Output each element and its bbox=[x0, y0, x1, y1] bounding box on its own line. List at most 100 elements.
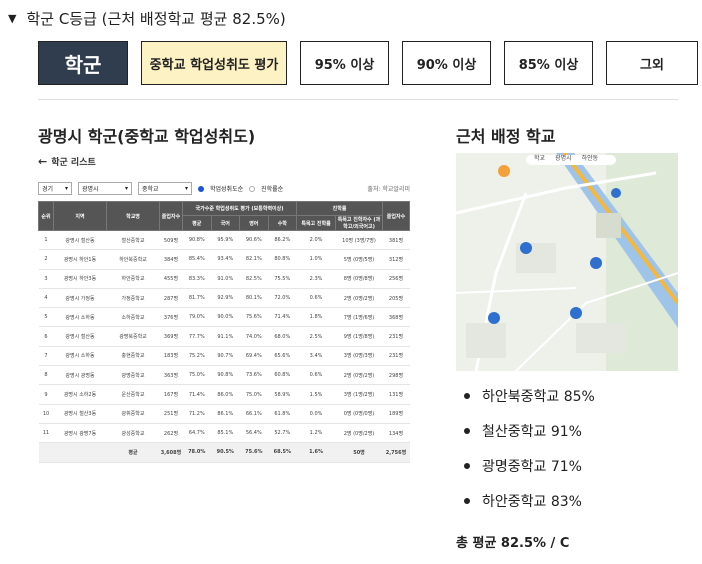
table-cell: 287명 bbox=[159, 288, 183, 309]
table-cell: 262명 bbox=[159, 423, 183, 444]
table-cell: 0.6% bbox=[296, 365, 336, 386]
table-cell: 68.5% bbox=[268, 442, 297, 463]
table-cell: 72.0% bbox=[268, 288, 297, 309]
header-title: 학군 C등급 (근처 배정학교 평균 82.5%) bbox=[26, 10, 286, 28]
table-cell: 2.3% bbox=[296, 269, 336, 289]
map-tab-label[interactable]: 학교 bbox=[534, 153, 545, 162]
school-map[interactable]: 학교 광명시 하안동 bbox=[456, 153, 678, 371]
table-cell: 134명 bbox=[382, 423, 410, 444]
table-cell: 광명시 광명7동 bbox=[53, 423, 107, 444]
table-cell: 58.9% bbox=[268, 384, 297, 405]
table-cell: 75.2% bbox=[182, 346, 212, 367]
table-cell: 3.4% bbox=[296, 346, 336, 367]
map-tab-label[interactable]: 하안동 bbox=[582, 153, 599, 162]
table-cell: 광명시 소하동 bbox=[53, 346, 107, 367]
table-cell: 광명시 광명동 bbox=[53, 365, 107, 386]
right-section-title: 근처 배정 학교 bbox=[456, 127, 556, 146]
table-cell: 509명 bbox=[159, 230, 183, 251]
table-cell: 1.0% bbox=[296, 249, 336, 270]
table-cell: 73.6% bbox=[239, 365, 269, 386]
level-select[interactable]: 중학교 ▾ bbox=[138, 182, 192, 195]
school-label: 철산중학교 91% bbox=[482, 423, 582, 440]
table-cell: 312명 bbox=[382, 249, 410, 270]
table-cell: 368명 bbox=[382, 307, 410, 328]
table-cell: 90.8% bbox=[182, 230, 212, 251]
tab-school-district[interactable]: 학군 bbox=[38, 41, 128, 85]
table-cell: 철산중학교 bbox=[106, 230, 160, 251]
table-cell: 3,608명 bbox=[159, 442, 183, 463]
table-row: 2 광명시 하안1동 하안북중학교 384명 85.4% 93.4% 82.1% 80.8% 1… bbox=[38, 249, 410, 270]
table-cell: 85.1% bbox=[211, 423, 240, 444]
table-cell: 68.0% bbox=[268, 326, 297, 347]
table-cell: 80.1% bbox=[239, 288, 269, 309]
table-cell: 64.7% bbox=[182, 423, 212, 444]
table-cell: 광성중학교 bbox=[106, 423, 160, 444]
bullet-dot-icon bbox=[464, 462, 470, 469]
table-row: 3 광명시 하안3동 하안중학교 455명 83.3% 91.0% 82.5% 75.5% 2.… bbox=[38, 269, 410, 289]
table-cell: 71.4% bbox=[268, 307, 297, 328]
table-cell: 81.7% bbox=[182, 288, 212, 309]
tab-95-percent[interactable]: 95% 이상 bbox=[300, 41, 389, 85]
table-cell: 2.0% bbox=[296, 230, 336, 251]
table-cell: 85.4% bbox=[182, 249, 212, 270]
col-header: 특목고 진학률 bbox=[296, 215, 336, 231]
table-cell: 1.8% bbox=[296, 307, 336, 328]
table-row: 7 광명시 소하동 충현중학교 183명 75.2% 90.7% 69.4% 65.6% 3.4… bbox=[38, 346, 410, 367]
tab-90-percent[interactable]: 90% 이상 bbox=[402, 41, 491, 85]
table-cell: 75.6% bbox=[239, 442, 269, 463]
table-cell: 90.7% bbox=[211, 346, 240, 367]
table-cell: 6 bbox=[38, 326, 54, 347]
left-section-title: 광명시 학군(중학교 학업성취도) bbox=[38, 127, 256, 146]
table-cell: 광명북중학교 bbox=[106, 326, 160, 347]
table-row: 11 광명시 광명7동 광성중학교 262명 64.7% 85.1% 56.4% 52.7% 1… bbox=[38, 423, 410, 444]
group-header: 진학률 bbox=[296, 201, 383, 216]
table-cell: 광명시 가정동 bbox=[53, 288, 107, 309]
table-cell: 74.0% bbox=[239, 326, 269, 347]
table-cell: 9 bbox=[38, 384, 54, 405]
map-pin-icon bbox=[498, 165, 510, 177]
map-pin-icon bbox=[611, 188, 621, 198]
table-cell: 69.4% bbox=[239, 346, 269, 367]
table-cell: 소하중학교 bbox=[106, 307, 160, 328]
table-cell: 52.7% bbox=[268, 423, 297, 444]
radio-unchecked-icon[interactable] bbox=[249, 185, 256, 192]
region-select[interactable]: 경기 ▾ bbox=[38, 182, 72, 195]
table-cell: 5 bbox=[38, 307, 54, 328]
table-cell: 9명 (1명/8명) bbox=[335, 326, 383, 347]
table-average-row: 평균 3,608명 78.0% 90.5% 75.6% 68.5% 1.6% 50명 2,756… bbox=[38, 442, 410, 463]
table-row: 5 광명시 소하동 소하중학교 376명 79.0% 90.0% 75.6% 71.4% 1.8… bbox=[38, 307, 410, 328]
city-select[interactable]: 광명시 ▾ bbox=[78, 182, 132, 195]
col-header: 수학 bbox=[267, 215, 298, 231]
map-tab-label[interactable]: 광명시 bbox=[555, 153, 572, 162]
table-cell: 80.8% bbox=[268, 249, 297, 270]
table-cell: 75.5% bbox=[268, 269, 297, 289]
table-row: 1 광명시 철산동 철산중학교 509명 90.8% 95.9% 90.6% 86.2% 2.0… bbox=[38, 230, 410, 251]
back-link[interactable]: ← 학군 리스트 bbox=[38, 155, 410, 168]
map-drawing bbox=[456, 153, 678, 371]
table-cell: 231명 bbox=[382, 346, 410, 367]
table-cell: 455명 bbox=[159, 269, 183, 289]
col-header: 지역 bbox=[53, 201, 107, 231]
list-item: 하안북중학교 85% bbox=[456, 378, 595, 413]
table-cell: 86.1% bbox=[211, 404, 240, 424]
list-item: 광명중학교 71% bbox=[456, 448, 595, 483]
table-cell: 2명 (0명/2명) bbox=[335, 423, 383, 444]
radio-checked-icon[interactable] bbox=[198, 185, 204, 192]
dropdown-chevron-icon: ▾ bbox=[184, 185, 188, 192]
tab-middle-school-achievement[interactable]: 중학교 학업성취도 평가 bbox=[141, 41, 287, 85]
table-cell: 10명 (3명/7명) bbox=[335, 230, 383, 251]
school-label: 하안중학교 83% bbox=[482, 493, 582, 510]
table-cell: 256명 bbox=[382, 269, 410, 289]
table-cell: 4 bbox=[38, 288, 54, 309]
tab-85-percent[interactable]: 85% 이상 bbox=[504, 41, 593, 85]
table-cell: 167명 bbox=[159, 384, 183, 405]
table-cell: 2,756명 bbox=[382, 442, 410, 463]
tab-others[interactable]: 그외 bbox=[606, 41, 698, 85]
table-cell: 90.8% bbox=[211, 365, 240, 386]
section-header[interactable]: ▼ 학군 C등급 (근처 배정학교 평균 82.5%) bbox=[8, 8, 286, 29]
table-cell: 77.7% bbox=[182, 326, 212, 347]
table-cell: 363명 bbox=[159, 365, 183, 386]
school-label: 하안북중학교 85% bbox=[482, 388, 595, 405]
list-item: 하안중학교 83% bbox=[456, 483, 595, 518]
back-label: 학군 리스트 bbox=[51, 158, 96, 168]
